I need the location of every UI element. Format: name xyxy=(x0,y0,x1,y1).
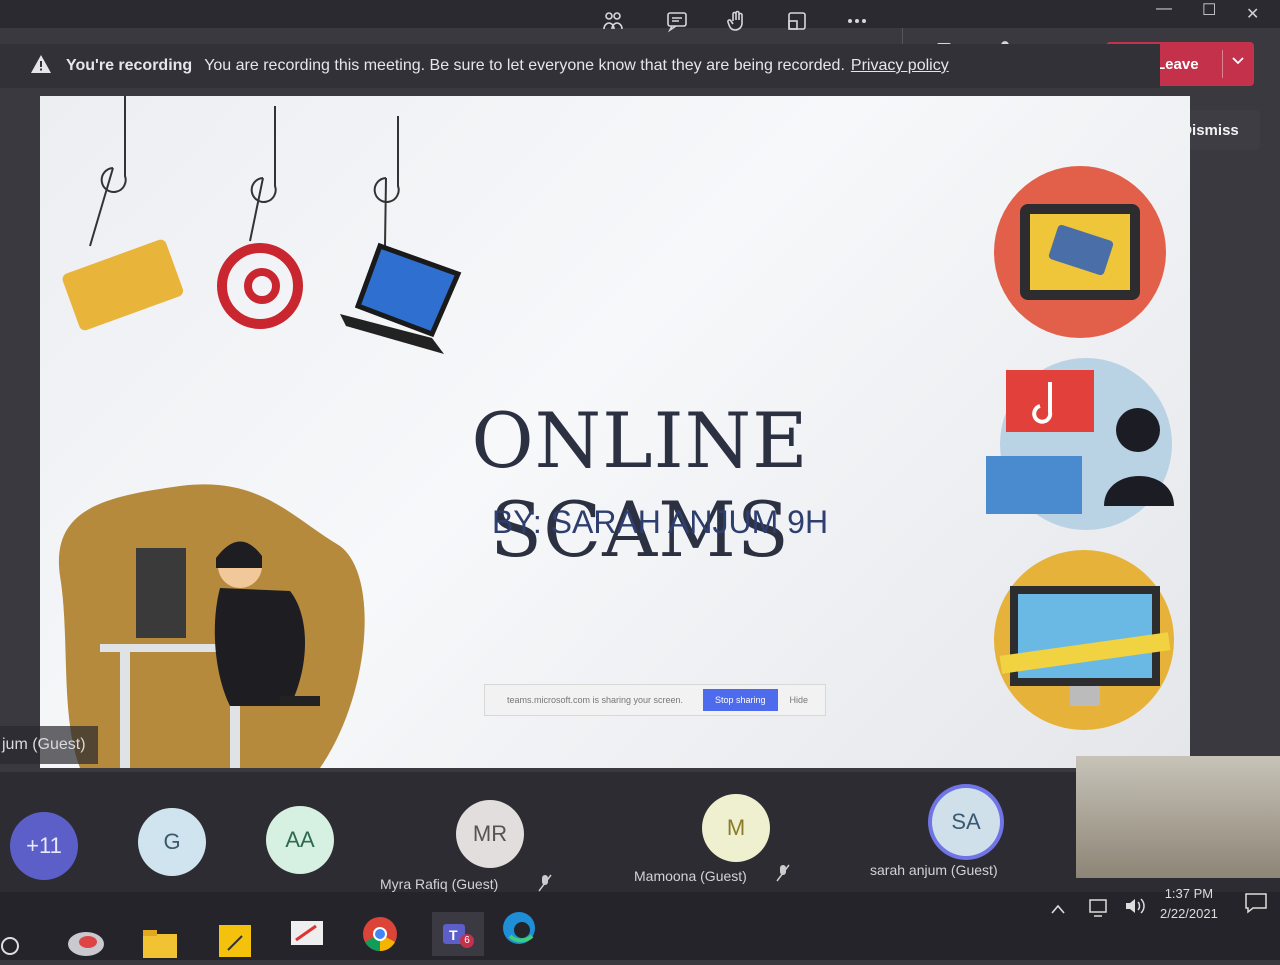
participant-name: Myra Rafiq (Guest) xyxy=(380,876,499,892)
recording-message: You are recording this meeting. Be sure … xyxy=(204,57,845,74)
overflow-participants-count[interactable]: +11 xyxy=(10,812,78,880)
slide-title: ONLINE SCAMS xyxy=(471,396,809,574)
volume-icon[interactable] xyxy=(1124,896,1146,921)
recording-banner: You're recording You are recording this … xyxy=(0,44,1160,88)
screen-sharing-bar: teams.microsoft.com is sharing your scre… xyxy=(484,684,826,716)
monitor-caution-tape-illustration xyxy=(994,550,1174,730)
chevron-up-icon[interactable] xyxy=(1050,902,1066,920)
clock-date: 2/22/2021 xyxy=(1160,906,1218,921)
file-explorer-icon[interactable] xyxy=(142,928,182,964)
warning-icon xyxy=(30,54,52,79)
snipping-tool-icon[interactable] xyxy=(290,920,330,956)
chevron-down-icon[interactable] xyxy=(1230,52,1246,72)
network-icon[interactable] xyxy=(1088,898,1110,923)
clock-time: 1:37 PM xyxy=(1164,886,1214,901)
participant-name: sarah anjum (Guest) xyxy=(870,862,998,878)
participant-video-tile[interactable] xyxy=(1076,756,1280,878)
sticky-notes-icon[interactable] xyxy=(218,924,258,960)
svg-text:T: T xyxy=(449,927,458,943)
mic-muted-icon xyxy=(776,864,790,887)
close-icon[interactable]: ✕ xyxy=(1246,4,1259,24)
chat-icon[interactable] xyxy=(660,4,694,38)
participant-avatar[interactable]: M xyxy=(702,794,770,862)
notification-badge: 6 xyxy=(460,934,474,948)
phishing-hacker-illustration xyxy=(986,358,1174,530)
stop-sharing-button[interactable]: Stop sharing xyxy=(703,689,778,711)
edge-icon[interactable] xyxy=(500,910,540,946)
presenter-name-tag: jum (Guest) xyxy=(0,726,98,764)
people-icon[interactable] xyxy=(596,4,630,38)
sharing-message: teams.microsoft.com is sharing your scre… xyxy=(507,695,684,705)
notifications-icon[interactable] xyxy=(1244,892,1268,919)
leave-divider xyxy=(1222,50,1223,78)
chrome-icon[interactable] xyxy=(362,916,402,952)
leave-label: Leave xyxy=(1156,55,1199,73)
participant-name: Mamoona (Guest) xyxy=(634,868,747,884)
hook-at-symbol-illustration xyxy=(217,106,303,329)
hide-link[interactable]: Hide xyxy=(790,695,809,705)
shared-screen-slide: ONLINE SCAMS BY: SARAH ANJUM 9H teams.mi… xyxy=(40,96,1190,768)
hook-credit-card-illustration xyxy=(62,96,184,331)
hacker-at-desk-illustration xyxy=(58,484,365,768)
meeting-toolbar xyxy=(0,0,1280,28)
privacy-policy-link[interactable]: Privacy policy xyxy=(851,57,949,75)
more-icon[interactable] xyxy=(840,4,874,38)
rooms-icon[interactable] xyxy=(780,4,814,38)
participant-avatar[interactable]: G xyxy=(138,808,206,876)
taskbar-clock[interactable]: 1:37 PM 2/22/2021 xyxy=(1160,884,1218,924)
speaking-participant-avatar[interactable]: SA xyxy=(932,788,1000,856)
search-icon[interactable] xyxy=(0,936,22,963)
participant-avatar[interactable]: MR xyxy=(456,800,524,868)
slide-subtitle: BY: SARAH ANJUM 9H xyxy=(491,504,829,540)
recording-title: You're recording xyxy=(66,57,193,74)
tablet-card-hook-illustration xyxy=(994,166,1166,338)
teams-taskbar-icon[interactable]: T 6 xyxy=(432,912,484,956)
reactions-icon[interactable] xyxy=(720,4,754,38)
hook-laptop-illustration xyxy=(340,116,462,354)
maximize-icon[interactable]: ☐ xyxy=(1202,0,1216,20)
participant-avatar[interactable]: AA xyxy=(266,806,334,874)
minimize-icon[interactable]: — xyxy=(1156,0,1172,18)
media-player-icon[interactable] xyxy=(66,926,106,962)
